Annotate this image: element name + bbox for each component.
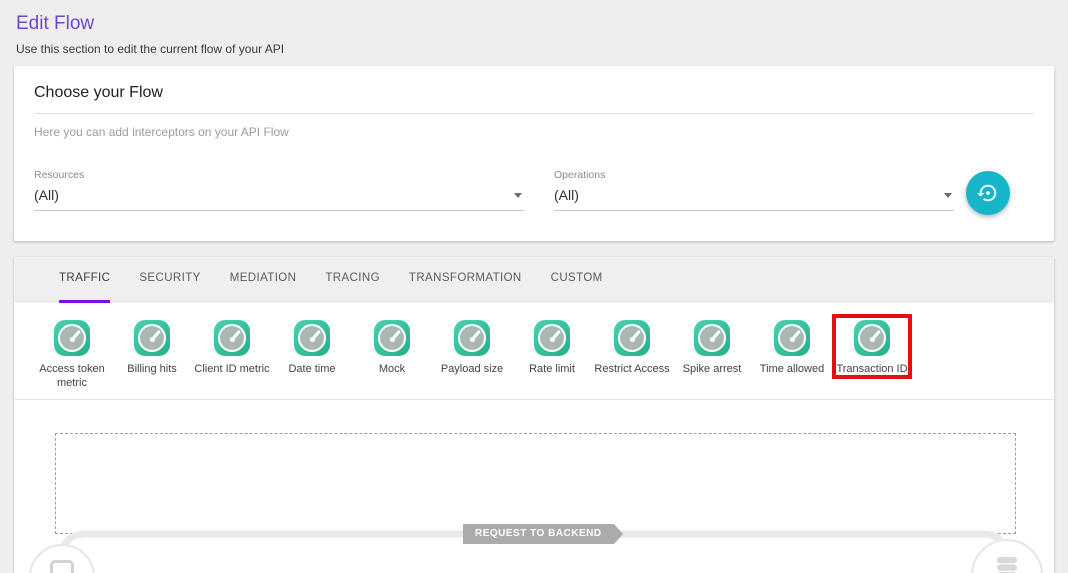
reset-flow-button[interactable] — [966, 171, 1010, 215]
tab-transformation[interactable]: TRANSFORMATION — [409, 257, 522, 303]
client-square-icon — [50, 560, 74, 573]
flow-designer-canvas: REQUEST TO BACKEND — [14, 400, 1054, 570]
interceptor-spike-arrest[interactable]: Spike arrest — [674, 316, 750, 377]
choose-flow-subtitle: Here you can add interceptors on your AP… — [34, 125, 1034, 139]
gauge-icon — [214, 320, 250, 356]
page-title: Edit Flow — [16, 13, 1052, 35]
interceptor-date-time[interactable]: Date time — [274, 316, 350, 377]
resources-value: (All) — [34, 187, 59, 203]
interceptor-label: Mock — [354, 363, 430, 377]
tab-security[interactable]: SECURITY — [139, 257, 200, 303]
flow-path-line — [14, 400, 1054, 570]
gauge-icon — [294, 320, 330, 356]
gauge-icon — [454, 320, 490, 356]
gauge-icon — [54, 320, 90, 356]
tab-custom[interactable]: CUSTOM — [551, 257, 603, 303]
gauge-icon — [854, 320, 890, 356]
operations-label: Operations — [554, 169, 954, 181]
choose-flow-card: Choose your Flow Here you can add interc… — [14, 66, 1054, 241]
operations-value: (All) — [554, 187, 579, 203]
gauge-icon — [694, 320, 730, 356]
gauge-icon — [614, 320, 650, 356]
gauge-icon — [774, 320, 810, 356]
interceptor-time-allowed[interactable]: Time allowed — [754, 316, 830, 377]
interceptor-label: Spike arrest — [674, 363, 750, 377]
interceptor-label: Payload size — [434, 363, 510, 377]
interceptor-billing-hits[interactable]: Billing hits — [114, 316, 190, 377]
interceptor-label: Billing hits — [114, 363, 190, 377]
flow-designer-card: TRAFFIC SECURITY MEDIATION TRACING TRANSFORM… — [14, 257, 1054, 573]
interceptor-restrict-access[interactable]: Restrict Access — [594, 316, 670, 377]
gauge-icon — [374, 320, 410, 356]
gauge-icon — [534, 320, 570, 356]
interceptor-label: Rate limit — [514, 363, 590, 377]
interceptor-rate-limit[interactable]: Rate limit — [514, 316, 590, 377]
interceptor-label: Time allowed — [754, 363, 830, 377]
interceptor-label: Transaction ID — [834, 363, 910, 377]
interceptor-access-token-metric[interactable]: Access token metric — [34, 316, 110, 391]
restore-icon — [977, 182, 999, 204]
operations-select[interactable]: Operations (All) — [554, 169, 954, 211]
tab-bar: TRAFFIC SECURITY MEDIATION TRACING TRANSFORM… — [14, 257, 1054, 303]
tab-tracing[interactable]: TRACING — [325, 257, 380, 303]
page-subtitle: Use this section to edit the current flo… — [16, 42, 1052, 56]
interceptor-transaction-id[interactable]: Transaction ID — [834, 316, 910, 377]
request-to-backend-badge: REQUEST TO BACKEND — [463, 524, 614, 544]
gauge-icon — [134, 320, 170, 356]
tab-mediation[interactable]: MEDIATION — [230, 257, 297, 303]
interceptor-label: Access token metric — [34, 363, 110, 391]
chevron-down-icon — [944, 193, 952, 198]
interceptor-mock[interactable]: Mock — [354, 316, 430, 377]
database-icon — [992, 568, 1022, 573]
interceptor-label: Client ID metric — [194, 363, 270, 377]
interceptor-label: Restrict Access — [594, 363, 670, 377]
choose-flow-title: Choose your Flow — [34, 84, 1034, 114]
interceptor-list: Access token metric Billing hits Client ID… — [14, 303, 1054, 400]
interceptor-payload-size[interactable]: Payload size — [434, 316, 510, 377]
page-header: Edit Flow Use this section to edit the c… — [0, 0, 1068, 66]
flow-filter-form: Resources (All) Operations (All) — [34, 165, 1034, 215]
chevron-down-icon — [514, 193, 522, 198]
interceptor-client-id-metric[interactable]: Client ID metric — [194, 316, 270, 377]
resources-select[interactable]: Resources (All) — [34, 169, 524, 211]
interceptor-label: Date time — [274, 363, 350, 377]
resources-label: Resources — [34, 169, 524, 181]
tab-traffic[interactable]: TRAFFIC — [59, 257, 110, 303]
